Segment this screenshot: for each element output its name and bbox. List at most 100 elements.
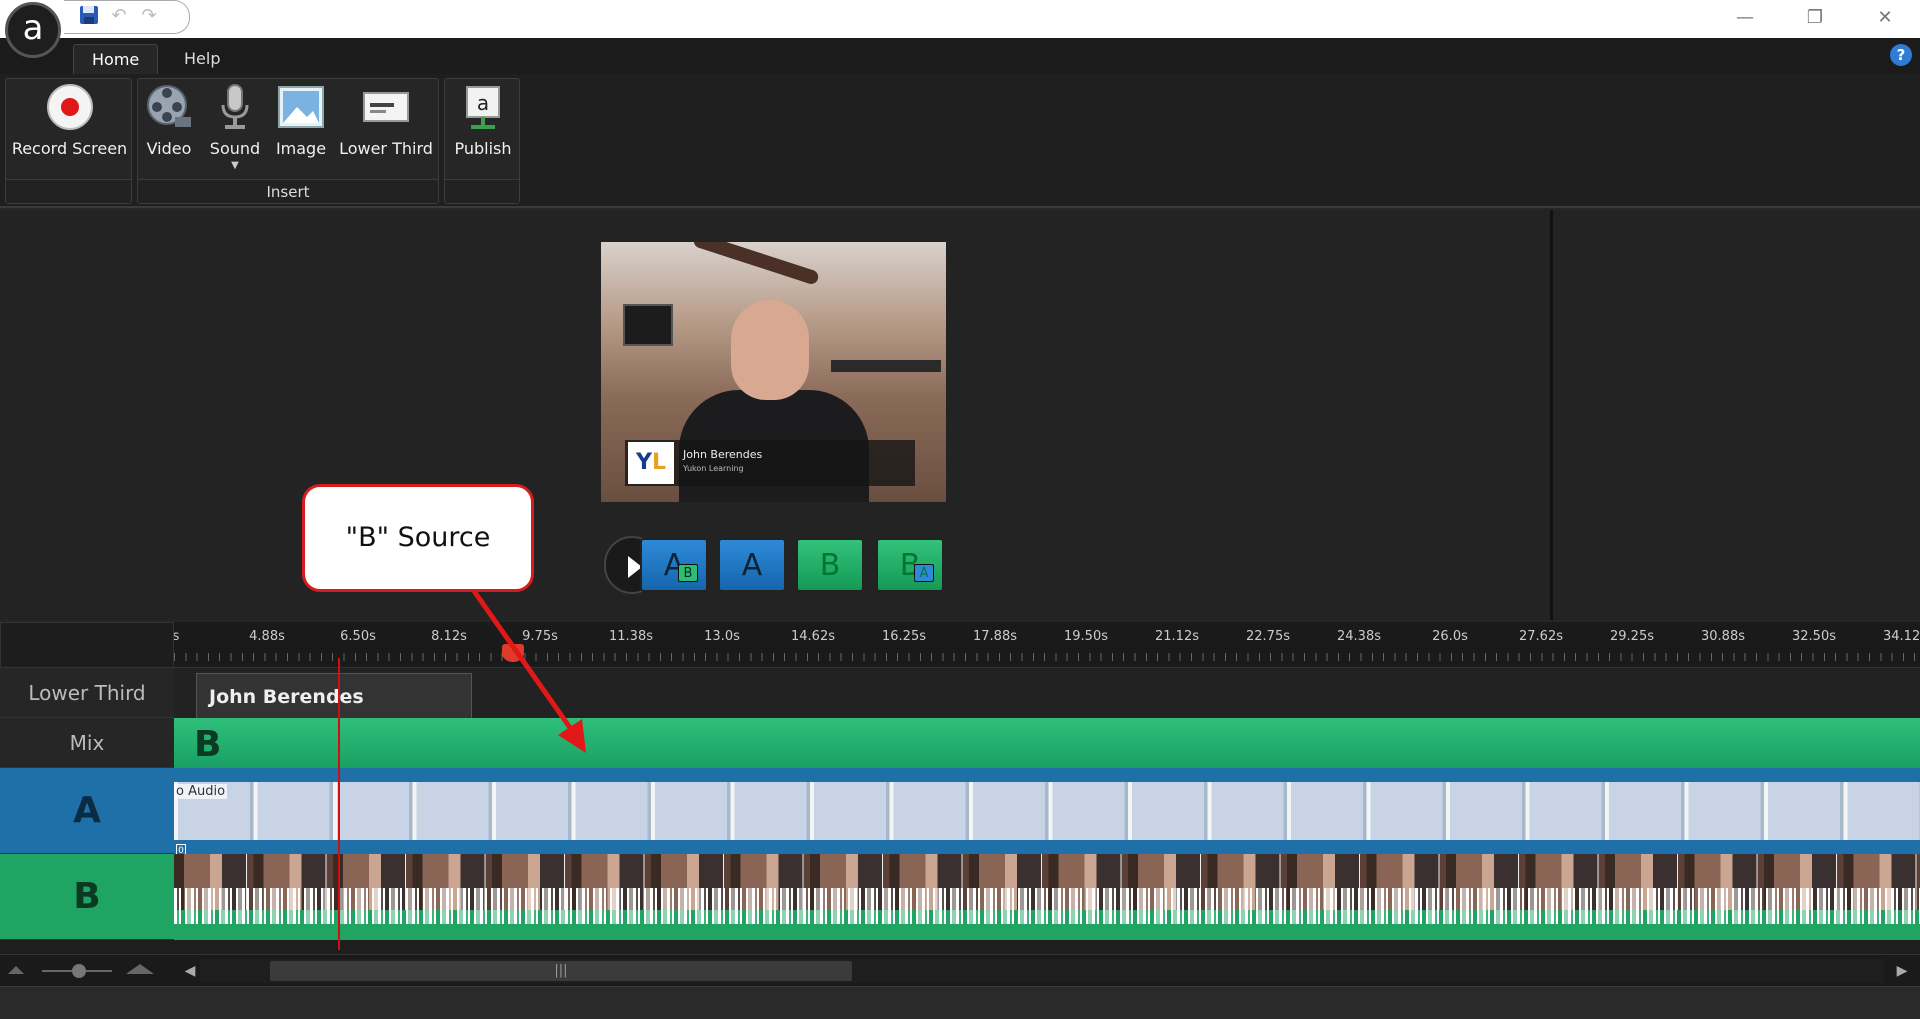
b-source-callout: "B" Source <box>302 484 534 592</box>
publish-icon: a <box>466 86 500 129</box>
publish-button[interactable]: a Publish <box>445 83 521 179</box>
logo-letter-y: Y <box>636 450 652 475</box>
zoom-in-icon[interactable] <box>126 964 154 974</box>
ruler-tick-label: 24.38s <box>1337 629 1381 644</box>
track-label-b: B <box>0 854 174 940</box>
horizontal-scroll-track[interactable]: ||| <box>200 959 1884 983</box>
track-label-lower-third: Lower Third <box>0 668 174 718</box>
ruler-corner <box>0 622 174 668</box>
callout-arrow <box>471 589 586 753</box>
track-mix[interactable]: B <box>174 718 1920 768</box>
redo-icon[interactable]: ↷ <box>138 5 160 27</box>
track-b[interactable] <box>174 854 1920 940</box>
presenter-head-shape <box>731 300 809 400</box>
ruler-tick-label: 11.38s <box>609 629 653 644</box>
record-icon <box>46 84 93 130</box>
record-screen-label: Record Screen <box>11 139 128 158</box>
close-button[interactable]: ✕ <box>1850 0 1920 38</box>
app-window: a ↶ ↷ — ❐ ✕ Home Help ? Record Screen Vi… <box>0 0 1920 1019</box>
restore-button[interactable]: ❐ <box>1780 0 1850 38</box>
ruler-tick-label: 13.0s <box>704 629 740 644</box>
ruler-tick-label: 27.62s <box>1519 629 1563 644</box>
ruler-tick-label: 29.25s <box>1610 629 1654 644</box>
record-group-label <box>6 179 131 203</box>
title-bar: a ↶ ↷ — ❐ ✕ <box>0 0 1920 58</box>
mix-a-button[interactable]: A <box>718 538 786 592</box>
horizontal-scroll-thumb[interactable]: ||| <box>270 961 852 981</box>
ribbon: Record Screen Video Sound ▼ Image Lower … <box>0 74 1920 208</box>
track-a-filmstrip <box>174 782 1920 840</box>
publish-group-label <box>445 179 519 203</box>
image-icon <box>278 86 324 128</box>
yukon-logo: YL <box>628 442 674 484</box>
minimize-button[interactable]: — <box>1710 0 1780 38</box>
ruler-tick-label: 26.0s <box>1432 629 1468 644</box>
undo-icon[interactable]: ↶ <box>108 5 130 27</box>
ruler-tick-label: 34.12s <box>1883 629 1920 644</box>
track-a-film-label: o Audio <box>174 784 228 799</box>
scroll-left-icon[interactable]: ◀ <box>180 961 200 981</box>
lower-third-label: Lower Third <box>339 139 433 158</box>
insert-group: Video Sound ▼ Image Lower Third Insert <box>137 78 439 204</box>
ruler-tick-label: 14.62s <box>791 629 835 644</box>
mix-track-value: B <box>194 724 222 765</box>
track-label-a: A <box>0 768 174 854</box>
preview-name: John Berendes <box>683 448 763 461</box>
ruler-tick-label: 19.50s <box>1064 629 1108 644</box>
video-preview[interactable]: YL John Berendes Yukon Learning <box>601 242 946 502</box>
zoom-out-icon[interactable] <box>8 966 24 974</box>
publish-group: a Publish <box>444 78 520 204</box>
video-label: Video <box>146 139 192 158</box>
ruler-tick-label: s <box>174 629 179 644</box>
ruler-minor-ticks <box>174 653 1920 661</box>
quick-access-toolbar: ↶ ↷ <box>64 0 190 34</box>
lower-third-button[interactable]: Lower Third <box>332 83 440 179</box>
ruler-tick-label: 16.25s <box>882 629 926 644</box>
tab-help[interactable]: Help <box>166 44 238 74</box>
record-group: Record Screen <box>5 78 132 204</box>
timeline-scroll-bar: ◀ ||| ▶ <box>0 954 1920 986</box>
ruler-tick-label: 22.75s <box>1246 629 1290 644</box>
ruler-tick-label: 32.50s <box>1792 629 1836 644</box>
sound-label: Sound <box>209 139 261 158</box>
image-button[interactable]: Image <box>270 83 332 179</box>
ruler-tick-label: 6.50s <box>340 629 376 644</box>
ribbon-tab-bar: Home Help ? <box>0 38 1920 74</box>
film-reel-icon <box>147 85 191 127</box>
preview-subtitle: Yukon Learning <box>683 464 744 473</box>
lower-third-clip[interactable]: John Berendes <box>196 673 472 721</box>
mix-a-over-b-button[interactable]: A B <box>640 538 708 592</box>
save-icon[interactable] <box>78 5 100 27</box>
microphone-icon <box>221 84 249 129</box>
time-ruler[interactable]: s4.88s6.50s8.12s9.75s11.38s13.0s14.62s16… <box>174 622 1920 668</box>
ruler-tick-label: 21.12s <box>1155 629 1199 644</box>
mix-ab-mini: B <box>678 564 698 582</box>
publish-label: Publish <box>454 139 512 158</box>
mix-b-over-a-button[interactable]: B A <box>876 538 944 592</box>
dropdown-arrow-icon[interactable]: ▼ <box>200 160 270 171</box>
app-logo-icon[interactable]: a <box>5 2 61 58</box>
status-bar <box>0 986 1920 1019</box>
svg-text:a: a <box>477 91 489 115</box>
tab-home[interactable]: Home <box>73 44 159 74</box>
ruler-tick-label: 30.88s <box>1701 629 1745 644</box>
side-panel <box>1550 210 1920 620</box>
ruler-tick-label: 4.88s <box>249 629 285 644</box>
video-button[interactable]: Video <box>138 83 200 179</box>
track-a[interactable]: o Audio 0 <box>174 768 1920 858</box>
shelf-shape <box>831 360 941 372</box>
sound-button[interactable]: Sound ▼ <box>200 83 270 179</box>
playhead-line[interactable] <box>338 658 340 950</box>
ruler-tick-label: 17.88s <box>973 629 1017 644</box>
record-screen-button[interactable]: Record Screen <box>6 83 133 179</box>
lower-third-icon <box>363 92 409 122</box>
track-b-audio-waveform <box>174 888 1920 924</box>
zoom-slider-thumb[interactable] <box>72 964 86 978</box>
image-label: Image <box>275 139 327 158</box>
track-label-mix: Mix <box>0 718 174 768</box>
scroll-right-icon[interactable]: ▶ <box>1892 961 1912 981</box>
mix-b-button[interactable]: B <box>796 538 864 592</box>
logo-letter-l: L <box>651 450 666 475</box>
wall-plaque-shape <box>623 304 673 346</box>
help-icon[interactable]: ? <box>1890 44 1912 66</box>
